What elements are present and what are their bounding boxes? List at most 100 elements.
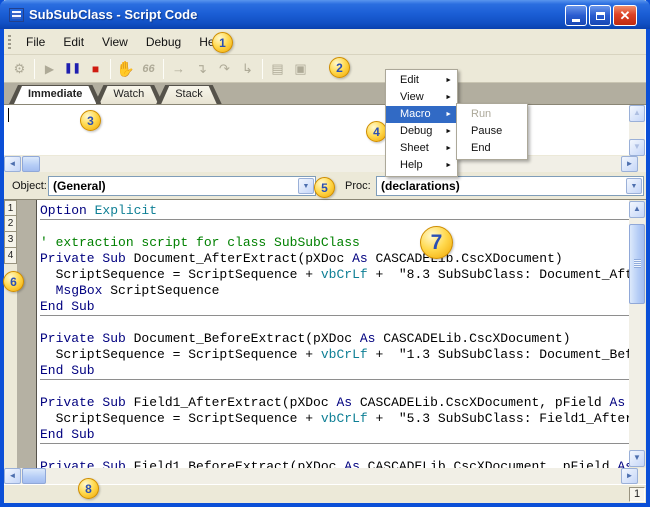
code-editor[interactable]: Option Explicit ' extraction script for c… — [36, 200, 629, 468]
context-menu-item-label: Macro — [400, 108, 431, 120]
status-line-indicator: 1 — [629, 487, 645, 502]
context-menu-item-view[interactable]: View► — [386, 89, 457, 106]
menu-debug[interactable]: Debug — [137, 32, 190, 52]
submenu-arrow-icon: ► — [445, 157, 452, 174]
stop-button[interactable]: ■ — [84, 57, 107, 80]
breakpoint-gutter[interactable] — [17, 200, 36, 468]
line-number-box[interactable]: 3 — [4, 232, 17, 248]
script-editor-window: SubSubClass - Script Code ✕ FileEditView… — [0, 0, 650, 507]
toolbar-separator — [110, 59, 111, 79]
context-menu-item-debug[interactable]: Debug ► — [386, 123, 457, 140]
tab-label: Stack — [161, 86, 217, 104]
code-line — [40, 445, 629, 459]
submenu-item-end[interactable]: End — [457, 140, 527, 157]
immediate-hscrollbar[interactable]: ◄ ► — [4, 156, 646, 172]
code-hscrollbar[interactable]: ◄ ► — [4, 468, 646, 484]
menu-file[interactable]: File — [17, 32, 54, 52]
scroll-up-icon[interactable]: ▲ — [629, 105, 645, 122]
callout-badge-8: 8 — [78, 478, 99, 499]
line-number-box[interactable]: 2 — [4, 216, 17, 232]
code-line: ' extraction script for class SubSubClas… — [40, 235, 629, 251]
close-icon: ✕ — [620, 8, 631, 24]
callout-badge-5: 5 — [314, 177, 335, 198]
code-line: Private Sub Document_BeforeExtract(pXDoc… — [40, 331, 629, 347]
break-button[interactable]: ✋ — [114, 57, 137, 80]
window-icon — [9, 8, 24, 22]
menu-edit[interactable]: Edit — [54, 32, 93, 52]
text-caret — [8, 108, 9, 122]
callout-badge-4: 4 — [366, 121, 387, 142]
scroll-down-icon[interactable]: ▼ — [629, 450, 645, 467]
toolbar-grip-icon[interactable] — [8, 35, 11, 49]
tab-immediate[interactable]: Immediate — [9, 85, 101, 104]
maximize-button[interactable] — [589, 5, 611, 26]
chevron-down-icon[interactable]: ▼ — [626, 178, 642, 194]
minimize-button[interactable] — [565, 5, 587, 26]
code-line: Private Sub Field1_AfterExtract(pXDoc As… — [40, 395, 629, 411]
object-combobox[interactable]: (General) ▼ — [48, 176, 316, 196]
code-line: ScriptSequence = ScriptSequence + vbCrLf… — [40, 267, 629, 283]
step-into-button[interactable]: ↴ — [190, 57, 213, 80]
toolbar-separator — [262, 59, 263, 79]
code-line: Option Explicit — [40, 203, 629, 219]
status-bar: 1 — [4, 484, 646, 503]
tab-label: Watch — [99, 86, 158, 104]
scroll-left-icon[interactable]: ◄ — [4, 156, 21, 172]
immediate-pane[interactable]: ▲ ▼ — [4, 104, 646, 155]
context-menu-item-label: Edit — [400, 74, 419, 86]
toolbar-separator — [163, 59, 164, 79]
submenu-item-label: Run — [471, 108, 491, 120]
chevron-down-icon[interactable]: ▼ — [298, 178, 314, 194]
submenu-item-pause[interactable]: Pause — [457, 123, 527, 140]
run-button[interactable]: ▶ — [38, 57, 61, 80]
tab-watch[interactable]: Watch — [94, 85, 163, 104]
show-next-button[interactable]: → — [167, 57, 190, 80]
macro-button[interactable]: ⚙ — [8, 57, 31, 80]
immediate-vscrollbar[interactable]: ▲ ▼ — [629, 105, 645, 156]
scroll-right-icon[interactable]: ► — [621, 156, 638, 172]
maximize-icon — [596, 12, 605, 20]
menu-view[interactable]: View — [93, 32, 137, 52]
code-hscroll-thumb[interactable] — [22, 468, 46, 484]
line-number-box[interactable]: 1 — [4, 200, 17, 216]
code-vscrollbar[interactable]: ▲ ▼ — [629, 201, 645, 467]
window-title: SubSubClass - Script Code — [29, 7, 197, 22]
close-button[interactable]: ✕ — [613, 5, 637, 26]
scroll-down-icon[interactable]: ▼ — [629, 139, 645, 156]
code-line — [40, 221, 629, 235]
context-menu-item-edit[interactable]: Edit► — [386, 72, 457, 89]
tab-label: Immediate — [14, 86, 96, 104]
submenu-item-label: Pause — [471, 125, 502, 137]
dialog-editor-button[interactable]: ▤ — [266, 57, 289, 80]
pause-button[interactable]: ❚❚ — [61, 57, 84, 80]
context-menu-item-sheet[interactable]: Sheet ► — [386, 140, 457, 157]
line-number-margin: 1234 — [4, 200, 17, 468]
context-menu: Edit►View►Macro►Debug►Sheet►Help► — [385, 69, 458, 177]
proc-combobox[interactable]: (declarations) ▼ — [376, 176, 644, 196]
code-vscroll-thumb[interactable] — [629, 224, 645, 304]
watch-glasses-button[interactable]: 66 — [137, 57, 160, 80]
object-browser-button[interactable]: ▣ — [289, 57, 312, 80]
context-menu-item-label: Sheet — [400, 142, 429, 154]
step-out-button[interactable]: ↳ — [236, 57, 259, 80]
context-menu-item-macro[interactable]: Macro► — [386, 106, 457, 123]
context-menu-item-label: Debug — [400, 125, 432, 137]
macro-submenu: Run Pause End — [456, 103, 528, 160]
scroll-up-icon[interactable]: ▲ — [629, 201, 645, 218]
object-label: Object: — [12, 180, 47, 192]
submenu-arrow-icon: ► — [445, 140, 452, 157]
submenu-item-run[interactable]: Run — [457, 106, 527, 123]
code-line: Private Sub Field1_BeforeExtract(pXDoc A… — [40, 459, 629, 468]
tab-stack[interactable]: Stack — [156, 85, 222, 104]
line-number-box[interactable]: 4 — [4, 248, 17, 264]
callout-badge-7: 7 — [420, 226, 453, 259]
immediate-hscroll-thumb[interactable] — [22, 156, 40, 172]
scroll-right-icon[interactable]: ► — [621, 468, 638, 484]
scroll-left-icon[interactable]: ◄ — [4, 468, 21, 484]
code-line: End Sub — [40, 363, 629, 379]
step-over-button[interactable]: ↷ — [213, 57, 236, 80]
context-menu-item-help[interactable]: Help► — [386, 157, 457, 174]
title-bar[interactable]: SubSubClass - Script Code ✕ — [0, 0, 650, 29]
submenu-arrow-icon: ► — [445, 123, 452, 140]
proc-combobox-value: (declarations) — [381, 179, 460, 193]
